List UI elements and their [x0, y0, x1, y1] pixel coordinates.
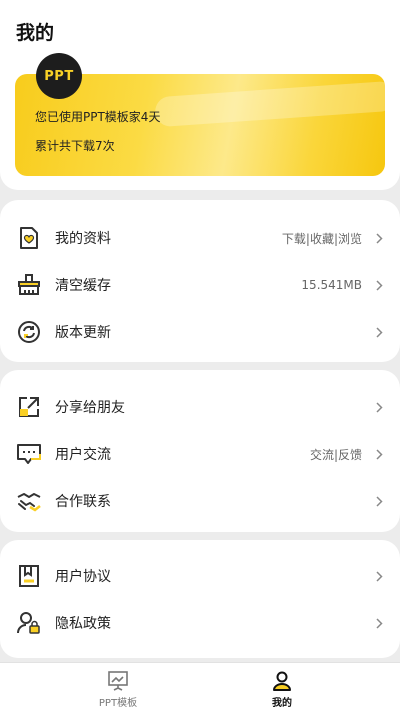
menu-item-value: 下载|收藏|浏览	[281, 231, 362, 246]
privacy-user-icon	[16, 610, 42, 636]
logo-text: PPT	[44, 68, 74, 84]
chevron-right-icon	[374, 494, 384, 508]
tab-mine[interactable]: 我的	[182, 663, 382, 711]
menu-item-clear-cache[interactable]: 清空缓存 15.541MB	[0, 262, 400, 308]
tab-label: 我的	[272, 698, 292, 709]
bottom-tab-bar: PPT模板 我的	[0, 662, 400, 711]
menu-item-label: 隐私政策	[55, 616, 111, 632]
chevron-right-icon	[374, 400, 384, 414]
menu-item-user-exchange[interactable]: 用户交流 交流|反馈	[0, 431, 400, 477]
chevron-right-icon	[374, 616, 384, 630]
page-title: 我的	[16, 22, 55, 44]
menu-group-social: 分享给朋友 用户交流 交流|反馈 合作联系	[0, 370, 400, 532]
menu-item-label: 清空缓存	[55, 278, 111, 294]
menu-item-share[interactable]: 分享给朋友	[0, 384, 400, 430]
presentation-icon	[107, 670, 129, 692]
menu-item-my-data[interactable]: 我的资料 下载|收藏|浏览	[0, 215, 400, 261]
chevron-right-icon	[374, 447, 384, 461]
menu-item-label: 用户协议	[55, 569, 111, 585]
usage-days-text: 您已使用PPT模板家4天	[35, 110, 161, 124]
menu-item-cooperation[interactable]: 合作联系	[0, 478, 400, 524]
download-count-text: 累计共下载7次	[35, 139, 115, 153]
menu-item-privacy-policy[interactable]: 隐私政策	[0, 600, 400, 646]
chevron-right-icon	[374, 325, 384, 339]
chevron-right-icon	[374, 231, 384, 245]
share-icon	[16, 394, 42, 420]
broom-icon	[16, 272, 42, 298]
app-logo: PPT	[36, 53, 82, 99]
agreement-icon	[16, 563, 42, 589]
menu-item-label: 用户交流	[55, 447, 111, 463]
menu-item-label: 合作联系	[55, 494, 111, 510]
document-heart-icon	[16, 225, 42, 251]
menu-item-label: 版本更新	[55, 325, 111, 341]
menu-item-label: 分享给朋友	[55, 400, 125, 416]
chevron-right-icon	[374, 569, 384, 583]
menu-group-legal: 用户协议 隐私政策	[0, 540, 400, 658]
refresh-icon	[16, 319, 42, 345]
menu-group-data: 我的资料 下载|收藏|浏览 清空缓存 15.541MB 版本更新	[0, 200, 400, 362]
menu-item-user-agreement[interactable]: 用户协议	[0, 553, 400, 599]
user-icon	[271, 670, 293, 692]
menu-item-value: 交流|反馈	[309, 447, 362, 462]
menu-item-value: 15.541MB	[301, 278, 362, 292]
menu-item-label: 我的资料	[55, 231, 111, 247]
profile-header: 我的 您已使用PPT模板家4天 累计共下载7次 PPT	[0, 0, 400, 190]
chat-icon	[16, 441, 42, 467]
menu-item-version-update[interactable]: 版本更新	[0, 309, 400, 355]
chevron-right-icon	[374, 278, 384, 292]
handshake-icon	[16, 488, 42, 514]
